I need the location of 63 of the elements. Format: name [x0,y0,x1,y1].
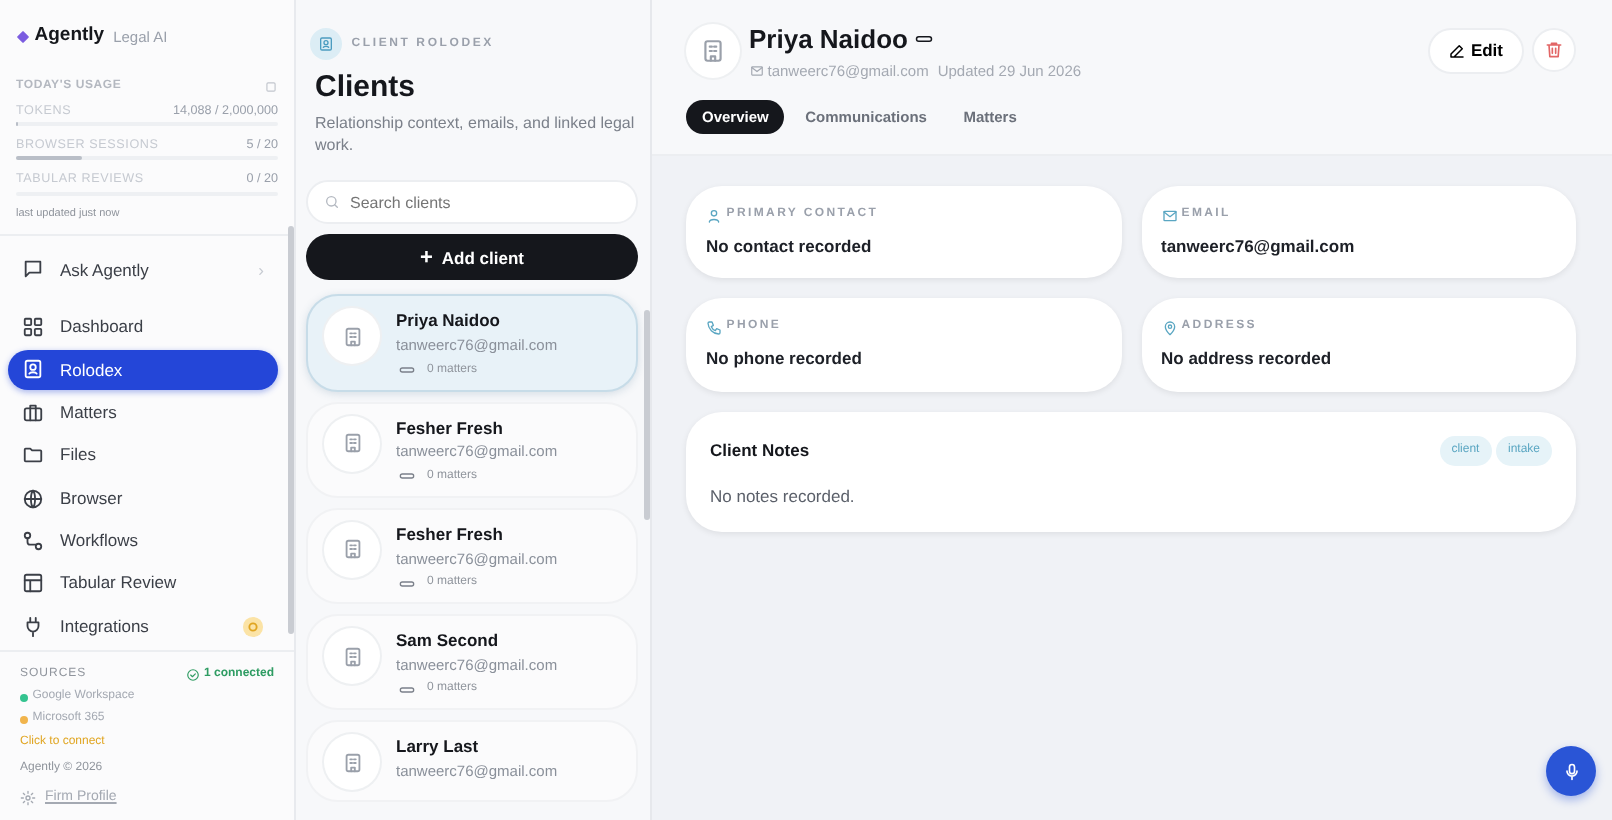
add-client-button[interactable]: + Add client [306,234,638,281]
edit-button[interactable]: Edit [1428,27,1523,74]
phone-icon [706,319,722,336]
notes-text: No notes recorded. [710,483,857,509]
briefcase-icon [22,401,44,424]
microphone-icon [1561,761,1581,781]
pill-icon [396,468,418,485]
field-value: tanweerc76@gmail.com [1161,233,1357,259]
chevron-icon: › [258,257,264,283]
field-value: No contact recorded [706,233,874,259]
building-icon [341,432,363,455]
page-title: Clients [315,70,418,106]
contact-card-icon [310,28,343,60]
contact-card-icon [22,358,44,381]
chat-icon [22,258,44,281]
field-value: No address recorded [1161,345,1334,371]
microphone-button[interactable] [1546,746,1596,796]
pill-icon [396,681,418,698]
nav-item[interactable]: Browser [8,478,278,518]
delete-button[interactable] [1532,28,1576,73]
client-name: Larry Last [396,734,481,761]
building-icon [341,325,363,348]
map-pin-icon [1161,319,1177,336]
refresh-icon [264,80,278,95]
nav-item[interactable]: Matters [8,393,278,433]
trash-icon [1544,40,1564,61]
client-name: Fesher Fresh [396,415,505,441]
nav-item[interactable]: Rolodex [8,350,278,390]
mail-icon [749,63,763,78]
brand-name: Agently [34,22,105,50]
nav-item[interactable]: Tabular Review [8,564,278,604]
search-icon [324,194,340,211]
search-field[interactable]: Search clients [306,180,638,225]
page-subtitle: Relationship context, emails, and linked legal work. [315,112,635,157]
grid-icon [22,316,44,339]
building-icon [341,751,363,774]
nav-item[interactable]: Integrations [8,606,278,647]
client-name: Sam Second [396,628,501,654]
person-icon [706,207,722,223]
nav-item[interactable]: Dashboard [8,307,278,347]
nav-item[interactable]: Workflows [8,521,278,561]
nav-item[interactable]: Files [8,435,278,476]
logo-icon [16,29,30,44]
building-icon [700,37,726,64]
client-name: Fesher Fresh [396,521,505,548]
building-icon [341,645,363,668]
notes-title: Client Notes [710,437,812,463]
client-name: Priya Naidoo [749,22,908,58]
folder-icon [22,444,44,467]
building-icon [341,538,363,561]
plug-icon [22,615,44,638]
pill-icon [396,362,418,379]
ask-agently-item[interactable]: Ask Agently › [8,250,278,290]
pencil-icon [1448,41,1467,60]
pill-icon [396,575,418,592]
client-name: Priya Naidoo [396,308,502,335]
workflow-icon [22,529,44,552]
check-circle-icon [185,667,200,682]
field-value: No phone recorded [706,345,864,371]
globe-icon [22,487,44,510]
mail-icon [1161,207,1177,223]
table-icon [22,572,44,595]
plus-icon: + [419,241,433,275]
